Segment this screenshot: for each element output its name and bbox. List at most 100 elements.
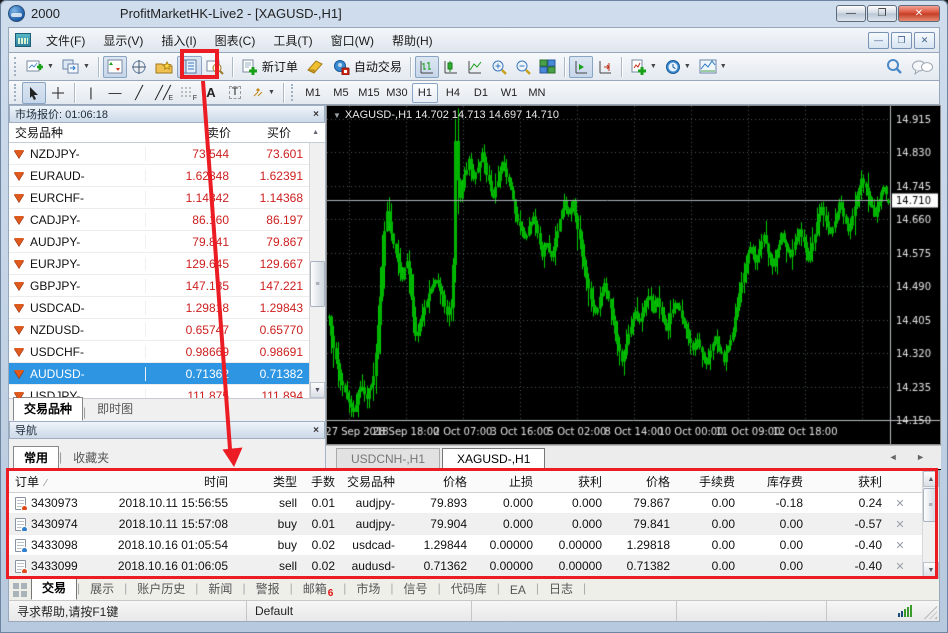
market-watch-toggle[interactable] (102, 55, 127, 78)
scroll-up-icon[interactable]: ▲ (923, 471, 939, 487)
terminal-tab-10[interactable]: EA (500, 581, 536, 600)
new-order-button[interactable]: 新订单 (237, 56, 302, 78)
market-watch-close-icon[interactable]: × (313, 109, 319, 120)
orders-column-12[interactable]: 获利 (809, 473, 888, 490)
quick-trade-collapse-icon[interactable]: ▼ (333, 111, 341, 120)
terminal-tab-4[interactable]: 新闻 (198, 578, 242, 600)
menu-item-t[interactable]: 工具(T) (264, 29, 321, 52)
vertical-line-tool[interactable]: | (79, 82, 103, 104)
order-row[interactable]: 3430973 2018.10.11 15:56:55 sell 0.01 audjpy… (9, 493, 922, 514)
scroll-up-icon[interactable]: ▲ (306, 129, 325, 136)
timeframe-d1[interactable]: D1 (468, 83, 494, 103)
toolbar-grip[interactable] (14, 57, 19, 76)
tile-windows-button[interactable] (535, 56, 560, 78)
horizontal-line-tool[interactable]: — (103, 82, 127, 104)
orders-column-3[interactable]: 类型 (234, 473, 303, 490)
child-restore-button[interactable]: ❐ (891, 31, 912, 49)
terminal-tab-1[interactable]: 交易 (31, 576, 78, 600)
orders-column-10[interactable]: 手续费 (676, 473, 741, 490)
indicators-button[interactable]: ▼ (626, 56, 661, 78)
menu-item-f[interactable]: 文件(F) (37, 29, 94, 52)
market-watch-scrollbar[interactable]: ≡ ▼ (309, 143, 325, 398)
search-icon[interactable] (881, 56, 907, 78)
timeframe-m30[interactable]: M30 (384, 83, 410, 103)
candlestick-chart-button[interactable] (439, 56, 463, 78)
zoom-out-button[interactable] (511, 56, 535, 78)
community-chat-icon[interactable] (907, 56, 937, 78)
scrollbar-thumb[interactable]: ≡ (310, 261, 325, 307)
navigator-close-icon[interactable]: × (313, 425, 319, 436)
strategy-tester-toggle[interactable] (202, 56, 228, 78)
menu-item-h[interactable]: 帮助(H) (383, 29, 442, 52)
metaeditor-button[interactable] (302, 56, 328, 78)
navigator-tab-1[interactable]: 常用 (13, 446, 60, 470)
column-symbol[interactable]: 交易品种 (9, 124, 145, 141)
price-chart[interactable]: ▼ XAGUSD-,H1 14.702 14.713 14.697 14.710 (326, 105, 941, 445)
orders-column-2[interactable]: 时间 (109, 473, 234, 490)
chart-tab-xagusdh1[interactable]: XAGUSD-,H1 (442, 448, 546, 469)
menu-item-i[interactable]: 插入(I) (152, 29, 205, 52)
child-minimize-button[interactable]: — (868, 31, 889, 49)
templates-button[interactable]: ▼ (695, 56, 731, 78)
auto-scroll-toggle[interactable] (593, 56, 617, 78)
orders-column-1[interactable]: 订单 ∕ (9, 473, 109, 490)
chart-shift-toggle[interactable] (568, 55, 593, 78)
quote-row[interactable]: USDCHF- 0.98669 0.98691 (9, 341, 309, 363)
orders-column-5[interactable]: 交易品种 (341, 473, 401, 490)
orders-column-6[interactable]: 价格 (401, 473, 473, 490)
arrows-tool[interactable]: ▼ (247, 82, 279, 104)
text-label-tool[interactable]: T (223, 82, 247, 104)
quote-row[interactable]: GBPJPY- 147.185 147.221 (9, 275, 309, 297)
terminal-scrollbar[interactable]: ▲ ≡ ▼ (922, 471, 939, 578)
terminal-toggle[interactable] (176, 55, 202, 78)
market-watch-tab-2[interactable]: 即时图 (86, 397, 144, 421)
terminal-tab-7[interactable]: 市场 (346, 578, 390, 600)
fibonacci-tool[interactable]: F (175, 82, 199, 104)
quote-row[interactable]: EURAUD- 1.62348 1.62391 (9, 165, 309, 187)
terminal-tab-9[interactable]: 代码库 (441, 578, 497, 600)
minimize-button[interactable]: — (836, 5, 866, 22)
templates-caret-icon[interactable]: ▼ (720, 63, 727, 70)
column-bid[interactable]: 卖价 (145, 124, 237, 141)
order-row[interactable]: 3433099 2018.10.16 01:06:05 sell 0.02 audusd… (9, 556, 922, 577)
quote-row[interactable]: AUDUSD- 0.71362 0.71382 (9, 363, 309, 385)
chart-tab-scroll-icons[interactable]: ◄ ► (889, 452, 933, 462)
restore-button[interactable]: ❐ (867, 5, 897, 22)
column-ask[interactable]: 买价 (237, 124, 297, 141)
chart-window-icon[interactable] (15, 33, 31, 47)
cursor-tool[interactable] (22, 81, 46, 104)
quote-row[interactable]: EURJPY- 129.645 129.667 (9, 253, 309, 275)
timeframe-w1[interactable]: W1 (496, 83, 522, 103)
orders-column-8[interactable]: 获利 (539, 473, 608, 490)
terminal-tab-6[interactable]: 邮箱6 (293, 578, 344, 600)
timeframe-h1[interactable]: H1 (411, 82, 438, 103)
scrollbar-thumb[interactable]: ≡ (923, 488, 938, 522)
chart-tab-usdcnhh1[interactable]: USDCNH-,H1 (336, 448, 441, 469)
orders-column-4[interactable]: 手数 (303, 473, 341, 490)
profiles-caret-icon[interactable]: ▼ (83, 63, 90, 70)
terminal-tab-11[interactable]: 日志 (539, 578, 583, 600)
market-watch-tab-1[interactable]: 交易品种 (13, 397, 84, 421)
quote-row[interactable]: USDCAD- 1.29818 1.29843 (9, 297, 309, 319)
terminal-tab-8[interactable]: 信号 (394, 578, 438, 600)
close-order-icon[interactable]: ✕ (888, 539, 912, 552)
bar-chart-button[interactable] (414, 55, 439, 78)
timeframe-h4[interactable]: H4 (440, 83, 466, 103)
toolbar-grip[interactable] (14, 84, 19, 101)
zoom-in-button[interactable] (487, 56, 511, 78)
data-window-toggle[interactable] (127, 56, 151, 78)
terminal-tab-5[interactable]: 警报 (246, 578, 290, 600)
child-close-button[interactable]: ✕ (914, 31, 935, 49)
navigator-toggle[interactable] (151, 56, 177, 78)
navigator-tab-2[interactable]: 收藏夹 (62, 446, 120, 470)
profiles-button[interactable]: ▼ (58, 56, 94, 78)
orders-column-11[interactable]: 库存费 (741, 473, 809, 490)
quote-row[interactable]: CADJPY- 86.160 86.197 (9, 209, 309, 231)
terminal-tab-3[interactable]: 账户历史 (127, 578, 195, 600)
new-chart-caret-icon[interactable]: ▼ (47, 63, 54, 70)
order-row[interactable]: 3433098 2018.10.16 01:05:54 buy 0.02 usdcad-… (9, 535, 922, 556)
crosshair-tool[interactable] (46, 82, 70, 104)
menu-item-v[interactable]: 显示(V) (94, 29, 152, 52)
timeframe-m15[interactable]: M15 (356, 83, 382, 103)
close-order-icon[interactable]: ✕ (888, 560, 912, 573)
